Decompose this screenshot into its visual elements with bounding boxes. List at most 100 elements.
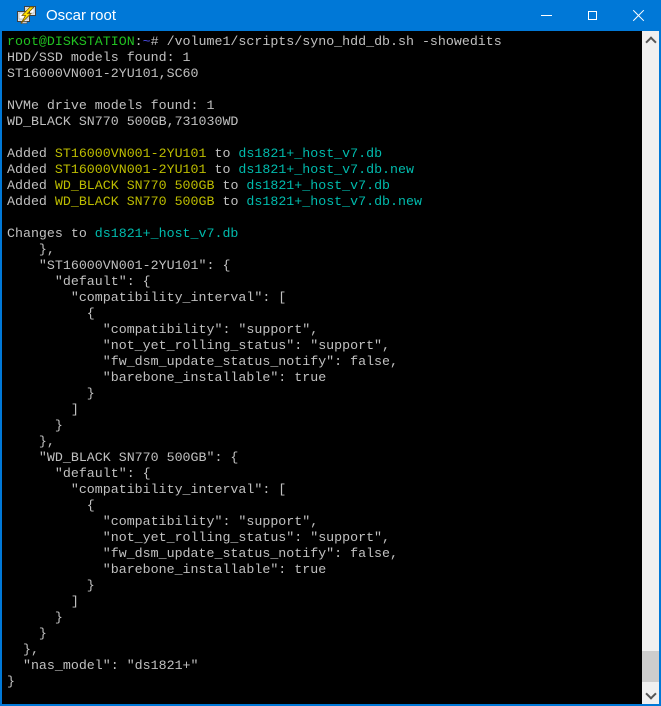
terminal-text-segment: ] [7,594,79,609]
terminal-text-segment: }, [7,434,55,449]
terminal-text-segment: Added [7,178,55,193]
terminal-line [7,210,642,226]
terminal-line: }, [7,242,642,258]
terminal-line: HDD/SSD models found: 1 [7,50,642,66]
terminal-text-segment: WD_BLACK SN770 500GB [55,178,215,193]
terminal-line: }, [7,434,642,450]
terminal-line: "not_yet_rolling_status": "support", [7,338,642,354]
terminal-line: ST16000VN001-2YU101,SC60 [7,66,642,82]
terminal-line: { [7,306,642,322]
chevron-down-icon [645,688,656,699]
terminal-line: }, [7,642,642,658]
terminal-text-segment: ST16000VN001-2YU101 [55,162,207,177]
terminal-line: } [7,578,642,594]
close-button[interactable] [615,0,661,31]
terminal-text-segment: HDD/SSD models found: 1 [7,50,191,65]
terminal-text-segment: to [214,194,246,209]
terminal-text-segment: # /volume1/scripts/syno_hdd_db.sh -showe… [151,34,502,49]
terminal-text-segment: Added [7,146,55,161]
terminal-text-segment: } [7,674,15,689]
terminal-line: Added ST16000VN001-2YU101 to ds1821+_hos… [7,146,642,162]
scroll-down-button[interactable] [642,687,659,704]
terminal-text-segment: ds1821+_host_v7.db.new [246,194,422,209]
terminal-line: ] [7,594,642,610]
terminal-line: } [7,386,642,402]
terminal-text-segment: "ST16000VN001-2YU101": { [7,258,230,273]
terminal-text-segment: NVMe drive models found: 1 [7,98,214,113]
terminal-line: "ST16000VN001-2YU101": { [7,258,642,274]
terminal-text-segment: : [135,34,143,49]
terminal-line: } [7,674,642,690]
terminal-line: "default": { [7,466,642,482]
terminal-text-segment: "not_yet_rolling_status": "support", [7,338,390,353]
terminal-line: } [7,418,642,434]
terminal-line: "nas_model": "ds1821+" [7,658,642,674]
titlebar[interactable]: Oscar root [0,0,661,31]
terminal-screen[interactable]: root@DISKSTATION:~# /volume1/scripts/syn… [2,31,642,704]
terminal-text-segment: "compatibility_interval": [ [7,290,286,305]
terminal-line: "not_yet_rolling_status": "support", [7,530,642,546]
terminal-text-segment: } [7,610,63,625]
terminal-line: { [7,498,642,514]
terminal-text-segment: { [7,306,95,321]
terminal-line: WD_BLACK SN770 500GB,731030WD [7,114,642,130]
terminal-line: Added WD_BLACK SN770 500GB to ds1821+_ho… [7,194,642,210]
terminal-line: "compatibility_interval": [ [7,290,642,306]
terminal-text-segment: Changes to [7,226,95,241]
terminal-line: root@DISKSTATION:~# /volume1/scripts/syn… [7,34,642,50]
putty-app-icon [17,6,37,26]
terminal-text-segment: "WD_BLACK SN770 500GB": { [7,450,238,465]
terminal-text-segment: Added [7,194,55,209]
terminal-text-segment: "nas_model": "ds1821+" [7,658,199,673]
terminal-text-segment: "barebone_installable": true [7,562,326,577]
terminal-line [7,130,642,146]
scrollbar[interactable] [642,31,659,704]
terminal-line: Changes to ds1821+_host_v7.db [7,226,642,242]
terminal-text-segment: WD_BLACK SN770 500GB,731030WD [7,114,238,129]
terminal-text-segment: ~ [143,34,151,49]
terminal-text-segment: ds1821+_host_v7.db [246,178,390,193]
scroll-up-button[interactable] [642,31,659,48]
terminal-text-segment: ST16000VN001-2YU101,SC60 [7,66,199,81]
terminal-text-segment: } [7,626,47,641]
terminal-line: } [7,626,642,642]
window-controls [523,0,661,31]
terminal-text-segment: "barebone_installable": true [7,370,326,385]
terminal-text-segment: "fw_dsm_update_status_notify": false, [7,354,398,369]
putty-window: Oscar root root@DISKSTATION:~# /volume1/… [0,0,661,706]
terminal-line: "fw_dsm_update_status_notify": false, [7,354,642,370]
maximize-button[interactable] [569,0,615,31]
close-icon [632,9,645,22]
terminal-text-segment: }, [7,642,39,657]
terminal-text-segment: ds1821+_host_v7.db.new [238,162,414,177]
terminal-text-segment: "compatibility": "support", [7,514,318,529]
maximize-icon [588,11,597,20]
terminal-line: Added WD_BLACK SN770 500GB to ds1821+_ho… [7,178,642,194]
terminal-text-segment: "compatibility_interval": [ [7,482,286,497]
scrollbar-thumb[interactable] [642,651,659,682]
terminal-text-segment: { [7,498,95,513]
terminal-text-segment: "not_yet_rolling_status": "support", [7,530,390,545]
terminal-line: "barebone_installable": true [7,370,642,386]
terminal-line [7,82,642,98]
terminal-text-segment: "default": { [7,466,151,481]
terminal-text-segment: ds1821+_host_v7.db [95,226,239,241]
terminal-text-segment: } [7,418,63,433]
terminal-text-segment: "compatibility": "support", [7,322,318,337]
terminal-line: NVMe drive models found: 1 [7,98,642,114]
window-content: root@DISKSTATION:~# /volume1/scripts/syn… [2,31,659,704]
terminal-line: ] [7,402,642,418]
minimize-button[interactable] [523,0,569,31]
terminal-text-segment: ds1821+_host_v7.db [238,146,382,161]
terminal-text-segment: to [207,146,239,161]
terminal-text-segment: root@DISKSTATION [7,34,135,49]
terminal-text-segment: Added [7,162,55,177]
chevron-up-icon [645,36,656,47]
terminal-line: "compatibility": "support", [7,514,642,530]
terminal-text-segment: to [214,178,246,193]
terminal-text-segment: "default": { [7,274,151,289]
terminal-line: "default": { [7,274,642,290]
terminal-text-segment: } [7,386,95,401]
terminal-text-segment: ] [7,402,79,417]
terminal-line: Added ST16000VN001-2YU101 to ds1821+_hos… [7,162,642,178]
